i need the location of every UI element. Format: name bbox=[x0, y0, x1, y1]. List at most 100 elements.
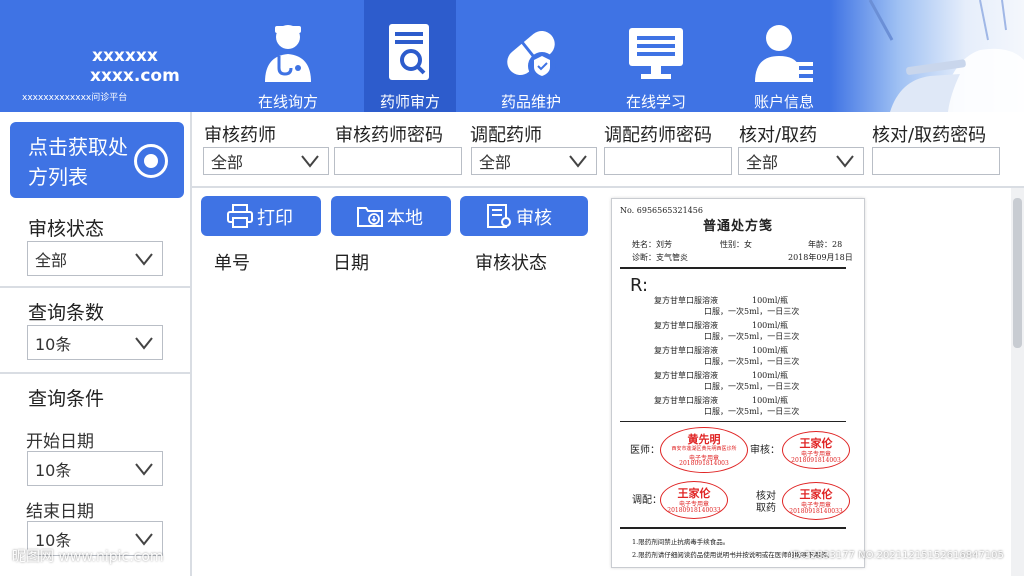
reviewer-password-label: 审核药师密码 bbox=[335, 125, 443, 146]
header-doctor-photo bbox=[830, 0, 1024, 112]
watermark-left: 昵图网 www.nipic.com bbox=[12, 549, 164, 565]
chevron-down-icon bbox=[301, 155, 319, 168]
chevron-down-icon bbox=[569, 155, 587, 168]
printer-icon bbox=[227, 204, 253, 228]
select-value: 全部 bbox=[746, 153, 779, 172]
chevron-down-icon bbox=[836, 155, 854, 168]
drug-usage: 口服，一次5ml，一日三次 bbox=[704, 357, 800, 366]
drug-amount: 100ml/瓶 bbox=[752, 296, 789, 305]
brand-subtitle: xxxxxxxxxxxxx问诊平台 bbox=[22, 93, 128, 103]
doctor-label: 医师： bbox=[630, 445, 660, 456]
scrollbar-thumb[interactable] bbox=[1013, 198, 1022, 348]
dispenser-password-label: 调配药师密码 bbox=[604, 125, 712, 146]
note: 1.限药剂间禁止抗病毒手续食品。 bbox=[632, 538, 730, 546]
top-header: xxxxxx xxxx.com xxxxxxxxxxxxx问诊平台 在线询方 药… bbox=[0, 0, 1024, 112]
patient-name: 姓名：刘芳 bbox=[632, 240, 672, 249]
doctor-icon bbox=[265, 25, 311, 82]
rx-symbol: R: bbox=[630, 275, 649, 296]
review-button[interactable]: 审核 bbox=[460, 196, 588, 236]
review-button-label: 审核 bbox=[516, 208, 552, 229]
reviewer-label: 审核药师 bbox=[204, 125, 276, 146]
chevron-down-icon bbox=[135, 252, 153, 266]
end-date-label: 结束日期 bbox=[26, 502, 94, 522]
checker-password-input[interactable] bbox=[872, 147, 1000, 175]
review-label: 审核： bbox=[750, 445, 780, 456]
drug-usage: 口服，一次5ml，一日三次 bbox=[704, 332, 800, 341]
check-stamp: 王家伦 电子专用章 20180918140033 bbox=[782, 482, 850, 520]
review-status-label: 审核状态 bbox=[28, 218, 105, 240]
radio-icon bbox=[134, 144, 168, 178]
stamp-line: 2018091814003 bbox=[679, 460, 729, 467]
drug-name: 复方甘草口服溶液 bbox=[654, 371, 718, 380]
pill-icon bbox=[507, 31, 556, 80]
dispenser-password-input[interactable] bbox=[604, 147, 732, 175]
local-button-label: 本地 bbox=[387, 208, 423, 229]
dispense-stamp: 王家伦 电子专用章 20180918140033 bbox=[660, 481, 728, 519]
patient-gender: 性别：女 bbox=[720, 240, 752, 249]
nav-label: 在线学习 bbox=[625, 93, 686, 111]
drug-name: 复方甘草口服溶液 bbox=[654, 296, 718, 305]
divider bbox=[620, 267, 846, 269]
query-count-select[interactable]: 10条 bbox=[27, 325, 163, 360]
nav-pharmacist-review[interactable]: 药师审方 bbox=[364, 0, 456, 112]
start-date-select[interactable]: 10条 bbox=[27, 451, 163, 486]
drug-name: 复方甘草口服溶液 bbox=[654, 321, 718, 330]
select-value: 全部 bbox=[479, 153, 512, 172]
stamp-line: 西安市莲湖区黄先明西医诊所 bbox=[671, 446, 737, 452]
folder-download-icon bbox=[357, 207, 383, 227]
doctor-stamp: 黄先明 西安市莲湖区黄先明西医诊所 电子专用章 2018091814003 bbox=[660, 427, 748, 473]
brand-line2: xxxx.com bbox=[90, 66, 180, 86]
reviewer-select[interactable]: 全部 bbox=[203, 147, 329, 175]
brand-line1: xxxxxx bbox=[92, 46, 158, 66]
fetch-drug-label: 取药 bbox=[756, 503, 776, 514]
select-value: 全部 bbox=[211, 153, 244, 172]
watermark-right: ID:32833177 NO:20211215152616847105 bbox=[790, 550, 1004, 561]
divider bbox=[0, 372, 192, 374]
select-value: 全部 bbox=[35, 250, 68, 270]
document-review-icon bbox=[487, 204, 511, 228]
dispenser-select[interactable]: 全部 bbox=[471, 147, 597, 175]
drug-usage: 口服，一次5ml，一日三次 bbox=[704, 307, 800, 316]
query-conditions-label: 查询条件 bbox=[28, 388, 105, 410]
stamp-line: 20180918140033 bbox=[667, 507, 721, 514]
drug-amount: 100ml/瓶 bbox=[752, 396, 789, 405]
nav-label: 药师审方 bbox=[379, 93, 440, 111]
divider bbox=[0, 286, 192, 288]
review-stamp: 王家伦 电子专用章 2018091814003 bbox=[782, 431, 850, 469]
chevron-down-icon bbox=[135, 336, 153, 350]
checker-select[interactable]: 全部 bbox=[738, 147, 864, 175]
fetch-prescription-list-button[interactable]: 点击获取处方列表 bbox=[10, 122, 184, 198]
reviewer-password-input[interactable] bbox=[334, 147, 462, 175]
review-status-select[interactable]: 全部 bbox=[27, 241, 163, 276]
drug-amount: 100ml/瓶 bbox=[752, 321, 789, 330]
prescription-number: No. 6956565321456 bbox=[620, 206, 703, 215]
column-header-order-no[interactable]: 单号 bbox=[214, 249, 250, 275]
drug-usage: 口服，一次5ml，一日三次 bbox=[704, 382, 800, 391]
nav-online-learning[interactable]: 在线学习 bbox=[610, 0, 702, 112]
monitor-icon bbox=[629, 28, 683, 79]
print-button[interactable]: 打印 bbox=[201, 196, 321, 236]
dispenser-label: 调配药师 bbox=[470, 125, 542, 146]
divider bbox=[192, 186, 1024, 188]
column-header-date[interactable]: 日期 bbox=[333, 249, 369, 275]
drug-amount: 100ml/瓶 bbox=[752, 346, 789, 355]
vertical-scrollbar[interactable] bbox=[1011, 188, 1024, 576]
prescription-preview: No. 6956565321456 普通处方笺 姓名：刘芳 性别：女 年龄：28… bbox=[611, 198, 865, 568]
column-header-review-status[interactable]: 审核状态 bbox=[475, 249, 547, 275]
nav-online-consult[interactable]: 在线询方 bbox=[242, 0, 334, 112]
chevron-down-icon bbox=[135, 532, 153, 546]
checker-label: 核对/取药 bbox=[739, 125, 818, 146]
diagnosis: 诊断：支气管炎 bbox=[632, 253, 688, 262]
nav-label: 账户信息 bbox=[753, 93, 814, 111]
local-button[interactable]: 本地 bbox=[331, 196, 451, 236]
prescription-review-icon bbox=[389, 24, 429, 80]
nav-drug-maintenance[interactable]: 药品维护 bbox=[485, 0, 577, 112]
user-icon bbox=[755, 25, 813, 82]
drug-name: 复方甘草口服溶液 bbox=[654, 346, 718, 355]
start-date-label: 开始日期 bbox=[26, 432, 94, 452]
nav-account-info[interactable]: 账户信息 bbox=[738, 0, 830, 112]
checker-password-label: 核对/取药密码 bbox=[872, 125, 987, 146]
nav-label: 药品维护 bbox=[500, 93, 561, 111]
divider bbox=[620, 421, 846, 422]
divider bbox=[620, 527, 846, 529]
